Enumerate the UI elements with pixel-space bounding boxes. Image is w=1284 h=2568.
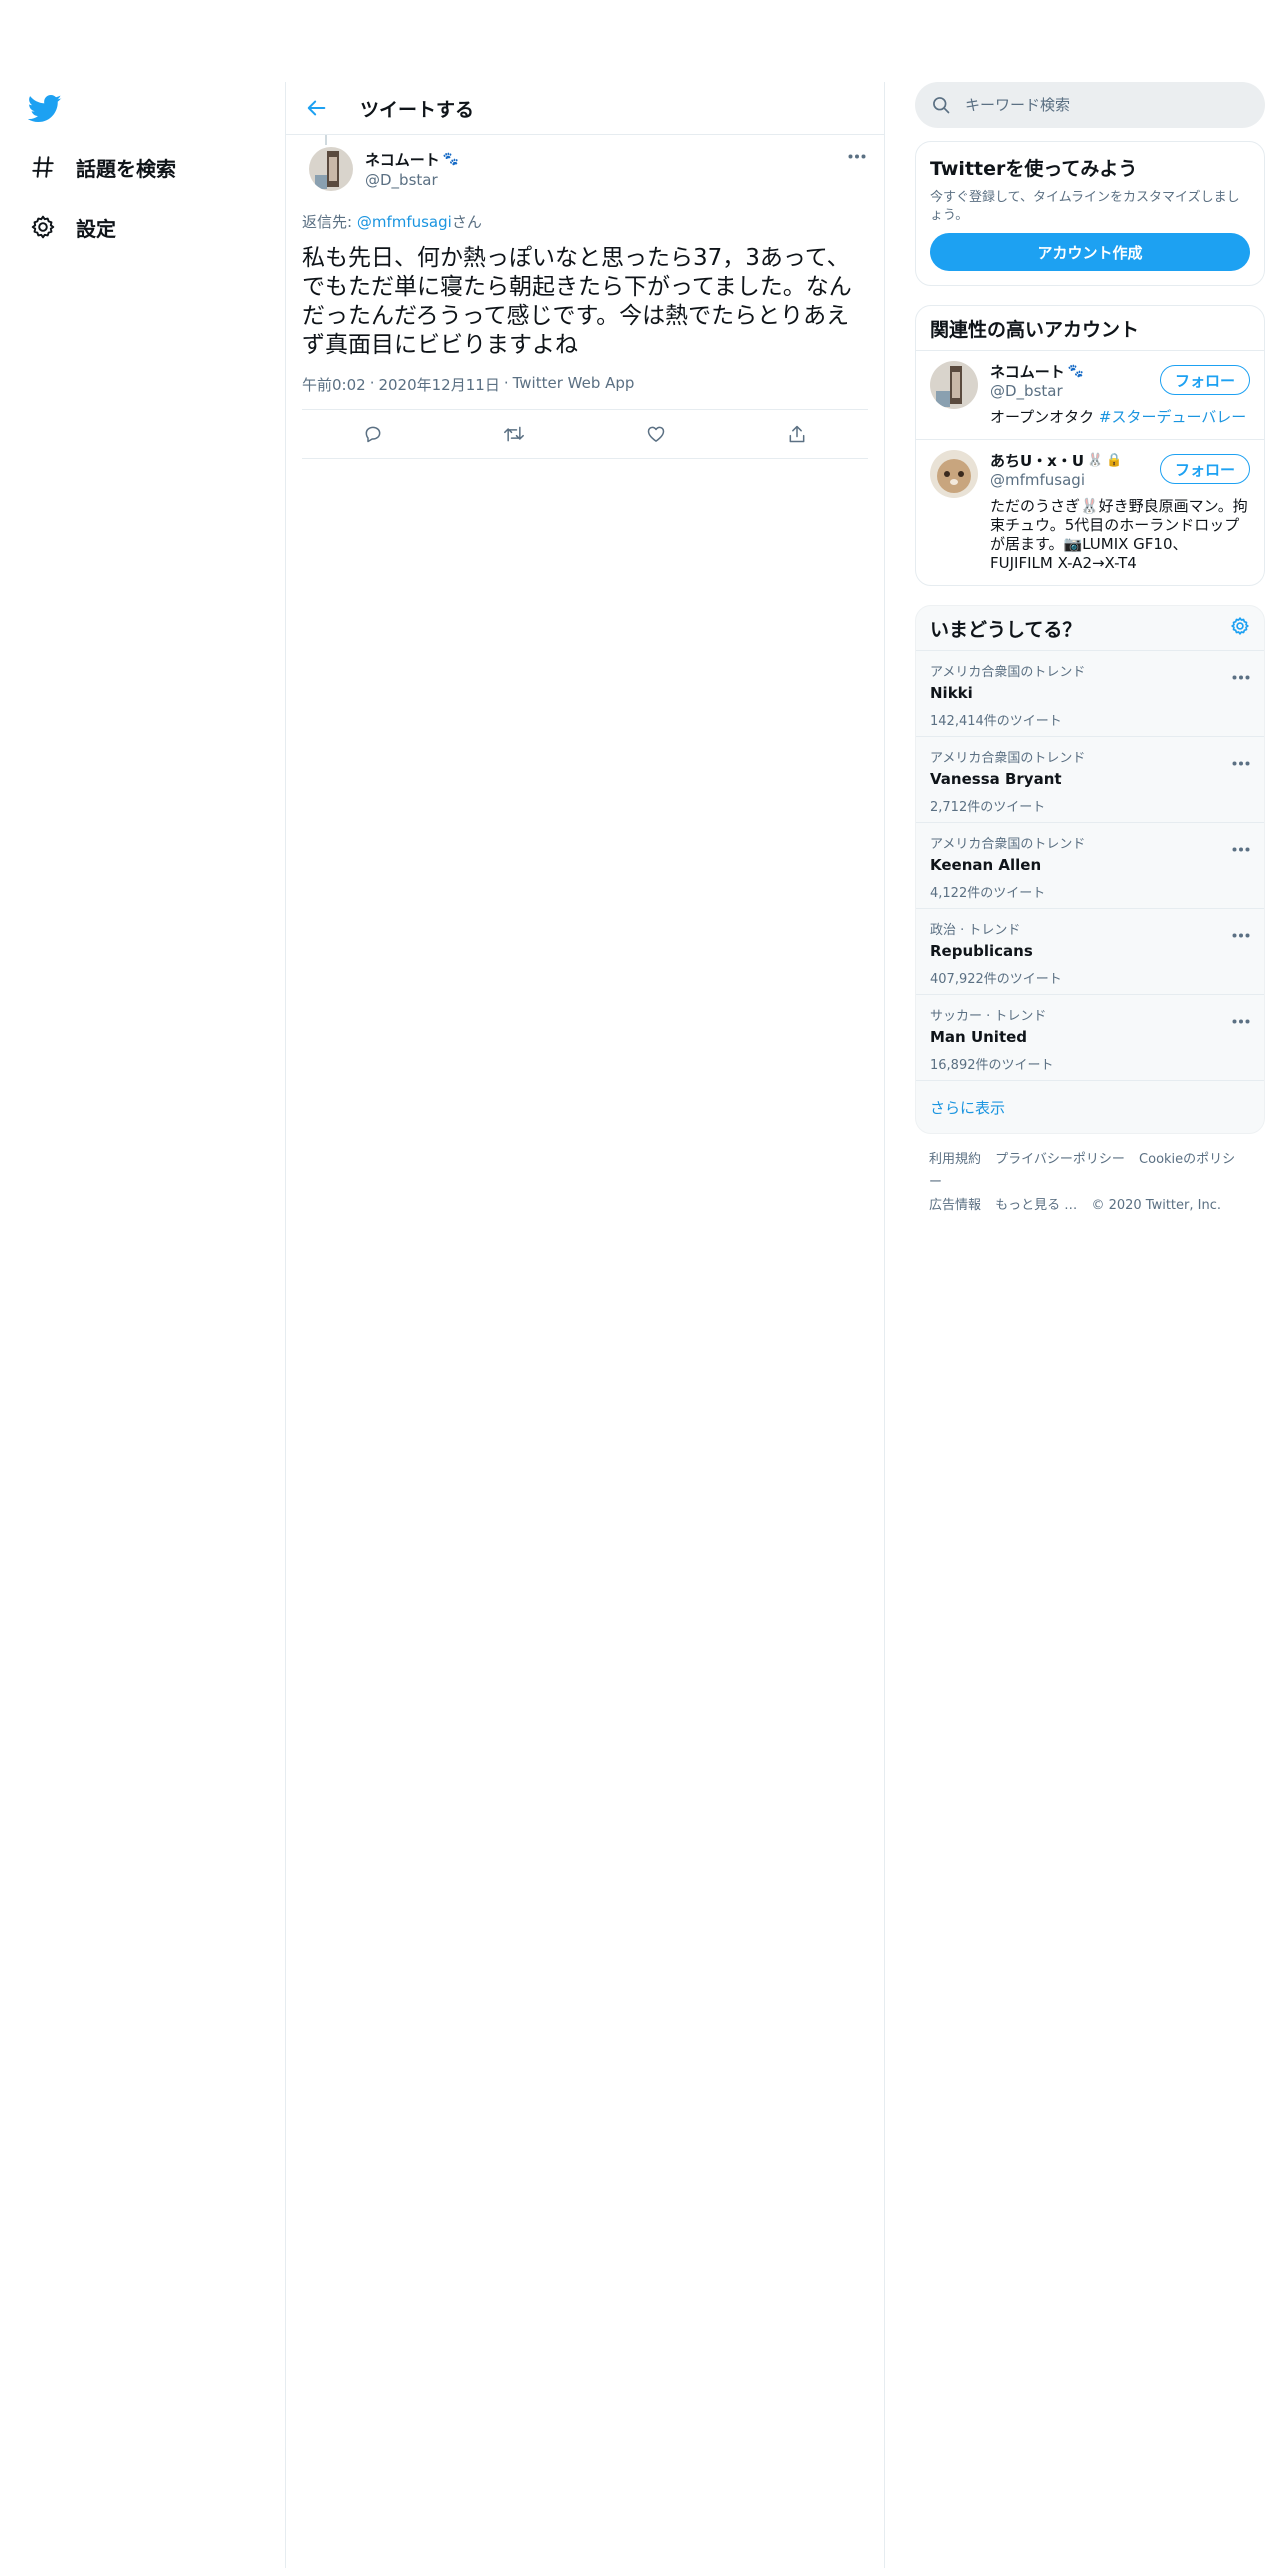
gear-icon [28,212,58,242]
more-options-icon[interactable] [846,149,868,163]
author-name[interactable]: ネコムート 🐾 [365,149,459,170]
follow-button[interactable]: フォロー [1159,365,1250,395]
account-bio: オープンオタク #スターデューバレー [990,408,1247,426]
signup-text: 今すぐ登録して、タイムラインをカスタマイズしましょう。 [930,190,1240,223]
account-item[interactable]: ネコムート 🐾 @D_bstar オープンオタク #スターデューバレー フォロー [916,351,1264,440]
tweet-header: ネコムート 🐾 @D_bstar [302,147,868,199]
tweet: ネコムート 🐾 @D_bstar 返信先: @mfmfusagiさん 私も先日、何… [286,135,884,459]
account-item[interactable]: あちU・x・U 🐰 🔒 @mfmfusagi ただのうさぎ🐰好き野良原画マン。拘束チ… [916,440,1264,585]
footer: 利用規約 プライバシーポリシー Cookieのポリシー 広告情報 もっと見る …… [915,1134,1265,1231]
left-navigation: 話題を検索 設定 [0,0,285,2568]
trend-item[interactable]: サッカー · トレンド Man United 16,892件のツイート [916,995,1264,1081]
nav-explore[interactable]: 話題を検索 [28,147,176,187]
avatar[interactable] [930,361,978,409]
footer-link-privacy[interactable]: プライバシーポリシー [995,1152,1125,1167]
tweet-time[interactable]: 午前0:02 [302,374,366,395]
nav-explore-label: 話題を検索 [76,156,176,181]
account-bio: ただのうさぎ🐰好き野良原画マン。拘束チュウ。5代目のホーランドロップが居ます。📷… [990,497,1248,572]
back-button[interactable] [297,88,337,128]
relevant-accounts-card: 関連性の高いアカウント ネコムート 🐾 @D_bstar オープンオタク #スター… [915,305,1265,586]
trend-item[interactable]: 政治 · トレンド Republicans 407,922件のツイート [916,909,1264,995]
more-options-icon[interactable] [1232,837,1250,852]
like-icon[interactable] [637,415,675,453]
reply-mention-link[interactable]: @mfmfusagi [357,213,452,231]
tweet-meta: 午前0:02 · 2020年12月11日 · Twitter Web App [302,374,635,395]
paw-icon: 🐾 [442,152,459,167]
trend-item[interactable]: アメリカ合衆国のトレンド Keenan Allen 4,122件のツイート [916,823,1264,909]
avatar[interactable] [930,450,978,498]
nav-settings[interactable]: 設定 [28,207,116,247]
hashtag-icon [28,152,58,182]
more-options-icon[interactable] [1232,1009,1250,1024]
hashtag-link[interactable]: #スターデューバレー [1099,408,1246,426]
trends-header: いまどうしてる？ [916,606,1264,651]
trends-title: いまどうしてる？ [930,618,1082,641]
footer-link-ads[interactable]: 広告情報 [929,1198,981,1213]
gear-icon[interactable] [1230,616,1250,641]
search-input[interactable] [965,96,1225,114]
retweet-icon[interactable] [495,415,533,453]
more-options-icon[interactable] [1232,751,1250,766]
trend-item[interactable]: アメリカ合衆国のトレンド Vanessa Bryant 2,712件のツイート [916,737,1264,823]
footer-link-terms[interactable]: 利用規約 [929,1152,981,1167]
tweet-source[interactable]: Twitter Web App [513,374,635,395]
tweet-date[interactable]: 2020年12月11日 [378,374,499,395]
share-icon[interactable] [778,415,816,453]
author-handle[interactable]: @D_bstar [365,171,459,189]
search-icon [931,95,951,115]
signup-card: Twitterを使ってみよう 今すぐ登録して、タイムラインをカスタマイズしましょ… [915,141,1265,286]
trend-item[interactable]: アメリカ合衆国のトレンド Nikki 142,414件のツイート [916,651,1264,737]
twitter-bird-icon[interactable] [27,94,62,124]
relevant-accounts-title: 関連性の高いアカウント [916,306,1264,351]
reply-context: 返信先: @mfmfusagiさん [302,213,482,231]
follow-button[interactable]: フォロー [1159,454,1250,484]
search-box[interactable] [915,82,1265,128]
nav-settings-label: 設定 [76,216,116,241]
avatar[interactable] [309,147,353,191]
more-options-icon[interactable] [1232,665,1250,680]
reply-icon[interactable] [354,415,392,453]
arrow-left-icon [307,100,326,116]
lock-icon: 🔒 [1106,453,1123,468]
page-title: ツイートする [360,98,475,121]
more-options-icon[interactable] [1232,923,1250,938]
rabbit-icon: 🐰 [1087,453,1104,468]
tweet-text: 私も先日、何か熱っぽいなと思ったら37，3あって、でもただ単に寝たら朝起きたら下… [302,245,852,358]
footer-link-more[interactable]: もっと見る … [995,1198,1077,1213]
paw-icon: 🐾 [1067,364,1084,379]
footer-copyright: © 2020 Twitter, Inc. [1091,1198,1221,1213]
show-more-link[interactable]: さらに表示 [916,1081,1264,1133]
trends-card: いまどうしてる？ アメリカ合衆国のトレンド Nikki 142,414件のツイー… [915,605,1265,1134]
tweet-actions [302,409,868,459]
main-column: ツイートする ネコムート 🐾 @D_bstar 返信先: @mfmfusagiさん… [285,82,885,2568]
right-sidebar: Twitterを使ってみよう 今すぐ登録して、タイムラインをカスタマイズしましょ… [915,82,1265,1231]
main-header: ツイートする [286,82,884,135]
signup-title: Twitterを使ってみよう [930,158,1138,180]
create-account-button[interactable]: アカウント作成 [930,233,1250,271]
